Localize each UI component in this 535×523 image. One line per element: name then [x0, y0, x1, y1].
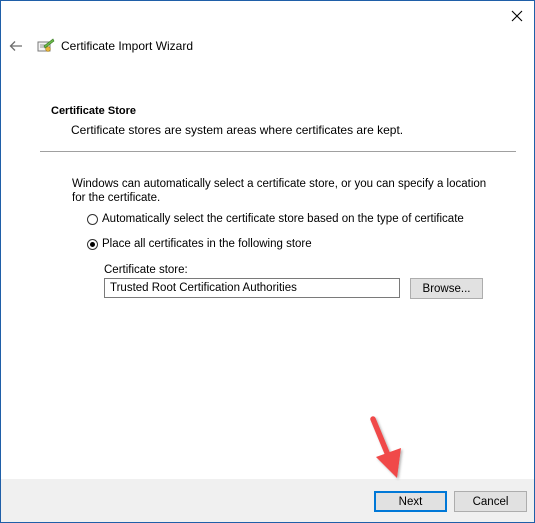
section-description: Certificate stores are system areas wher… — [71, 123, 404, 137]
back-button[interactable] — [6, 37, 26, 55]
certificate-import-wizard-window: Certificate Import Wizard Certificate St… — [0, 0, 535, 523]
cancel-button[interactable]: Cancel — [454, 491, 527, 512]
certificate-store-label: Certificate store: — [104, 264, 188, 276]
radio-auto-select-button[interactable] — [87, 213, 98, 225]
close-button[interactable] — [500, 1, 534, 31]
browse-button[interactable]: Browse... — [410, 278, 483, 299]
section-heading: Certificate Store — [51, 105, 136, 117]
radio-auto-select-label[interactable]: Automatically select the certificate sto… — [102, 213, 464, 225]
radio-place-in-store-label[interactable]: Place all certificates in the following … — [102, 238, 312, 250]
radio-auto-select[interactable]: Automatically select the certificate sto… — [87, 213, 464, 225]
radio-place-in-store-button[interactable] — [87, 238, 98, 250]
close-icon — [511, 10, 523, 22]
wizard-title: Certificate Import Wizard — [61, 39, 194, 53]
annotation-arrow-icon — [370, 416, 401, 478]
title-bar — [1, 1, 534, 31]
certificate-wizard-icon — [37, 38, 55, 52]
header-divider — [40, 151, 516, 152]
radio-place-in-store[interactable]: Place all certificates in the following … — [87, 238, 312, 250]
next-button[interactable]: Next — [374, 491, 447, 512]
certificate-store-field[interactable]: Trusted Root Certification Authorities — [104, 278, 400, 298]
back-arrow-icon — [9, 41, 22, 51]
intro-text: Windows can automatically select a certi… — [72, 178, 487, 204]
